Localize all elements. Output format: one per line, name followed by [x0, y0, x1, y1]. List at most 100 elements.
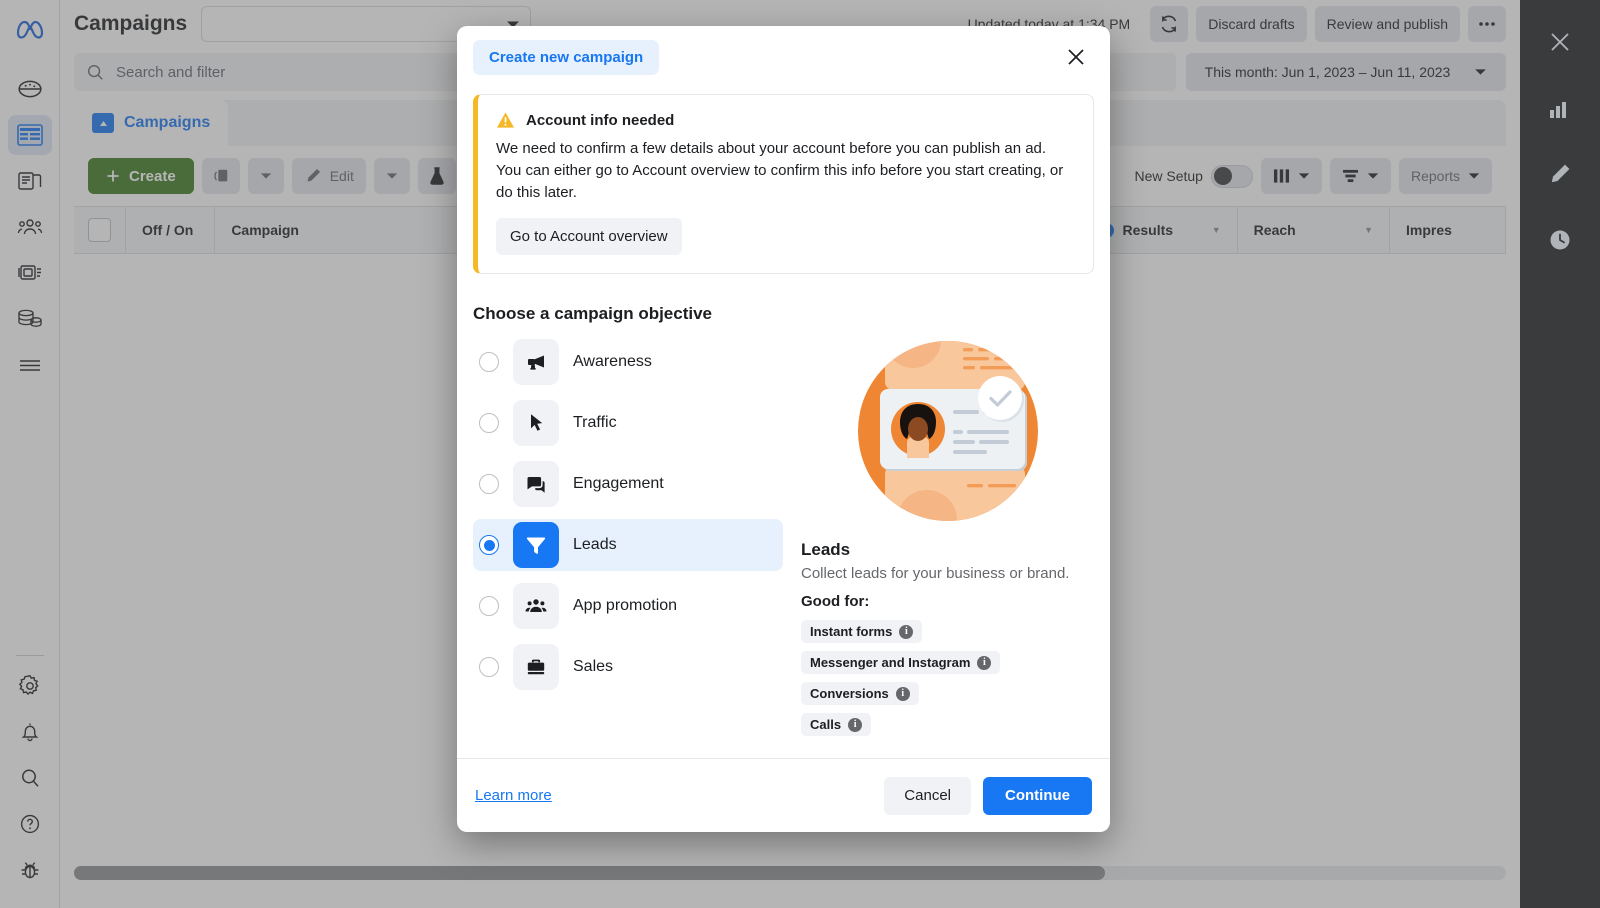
edit-button[interactable]: Edit [291, 158, 366, 194]
tab-campaigns[interactable]: Campaigns [74, 100, 229, 146]
help-icon[interactable] [8, 804, 52, 844]
breakdown-button[interactable] [1329, 158, 1391, 194]
more-options-button[interactable] [1468, 6, 1506, 42]
select-all-checkbox[interactable] [88, 218, 111, 242]
objective-detail-panel: Leads Collect leads for your business or… [783, 336, 1094, 737]
chevron-down-icon[interactable]: ▼ [1212, 225, 1221, 235]
pencil-icon[interactable] [1536, 150, 1584, 198]
discard-drafts-button[interactable]: Discard drafts [1196, 6, 1307, 42]
create-button[interactable]: Create [88, 158, 194, 194]
bell-icon[interactable] [8, 712, 52, 752]
ab-test-flask-icon [430, 167, 444, 185]
sidebar-item-dashboard[interactable] [8, 69, 52, 109]
objective-option-awareness[interactable]: Awareness [473, 336, 783, 388]
detail-subtitle: Collect leads for your business or brand… [801, 565, 1070, 583]
sidebar-item-ad-account[interactable] [8, 253, 52, 293]
refresh-button[interactable] [1150, 6, 1189, 42]
horizontal-scrollbar[interactable] [74, 866, 1506, 880]
radio-traffic[interactable] [479, 413, 499, 434]
modal-close-button[interactable] [1058, 39, 1094, 75]
chevron-down-icon [386, 173, 397, 179]
info-icon[interactable]: i [848, 717, 863, 732]
objective-option-sales[interactable]: Sales [473, 641, 783, 693]
good-for-tags: Instant forms i Messenger and Instagram … [801, 620, 1094, 737]
lead-contact-card-illustration [857, 341, 1038, 522]
chevron-down-icon [260, 173, 271, 179]
meta-logo[interactable] [15, 14, 45, 49]
chevron-down-icon [1475, 69, 1487, 75]
column-impressions[interactable]: Impres [1390, 206, 1507, 254]
column-off-on-label: Off / On [142, 222, 194, 238]
gear-icon[interactable] [8, 666, 52, 706]
tab-campaigns-label: Campaigns [124, 114, 211, 131]
objective-label-traffic: Traffic [573, 414, 617, 432]
toolbar-right-group: New Setup Reports [1134, 158, 1492, 194]
left-sidebar [0, 0, 60, 908]
column-reach[interactable]: Reach ▼ [1238, 206, 1390, 254]
new-setup-toggle[interactable] [1210, 164, 1253, 188]
alert-body: We need to confirm a few details about y… [496, 140, 1064, 202]
learn-more-link[interactable]: Learn more [475, 787, 552, 804]
sidebar-item-menu[interactable] [8, 345, 52, 385]
radio-engagement[interactable] [479, 474, 499, 495]
cancel-button[interactable]: Cancel [884, 776, 971, 815]
objective-label-engagement: Engagement [573, 475, 664, 493]
columns-icon [1273, 169, 1290, 183]
tag-messenger-and-instagram-label: Messenger and Instagram [810, 655, 971, 671]
review-and-publish-button[interactable]: Review and publish [1314, 6, 1460, 42]
continue-button[interactable]: Continue [983, 776, 1092, 815]
close-icon[interactable] [1536, 18, 1584, 66]
sidebar-item-pages[interactable] [8, 161, 52, 201]
modal-footer: Learn more Cancel Continue [457, 758, 1110, 832]
tag-calls: Calls i [801, 713, 872, 737]
go-to-account-overview-button[interactable]: Go to Account overview [496, 218, 682, 256]
tag-calls-label: Calls [810, 717, 842, 733]
radio-leads[interactable] [479, 535, 499, 556]
search-icon[interactable] [8, 758, 52, 798]
radio-awareness[interactable] [479, 352, 499, 373]
chevron-down-icon[interactable]: ▼ [1364, 225, 1373, 235]
sidebar-item-audiences[interactable] [8, 207, 52, 247]
horizontal-scrollbar-thumb[interactable] [74, 866, 1106, 880]
column-campaign-label: Campaign [231, 222, 299, 238]
sidebar-item-campaigns-table[interactable] [7, 115, 52, 155]
bar-chart-icon[interactable] [1536, 84, 1584, 132]
objective-option-engagement[interactable]: Engagement [473, 458, 783, 510]
detail-title: Leads [801, 540, 851, 560]
duplicate-button[interactable] [201, 158, 240, 194]
sidebar-item-billing[interactable] [8, 299, 52, 339]
objective-label-leads: Leads [573, 536, 617, 554]
edit-dropdown[interactable] [373, 158, 410, 194]
new-setup-label: New Setup [1134, 168, 1203, 184]
objective-list: Awareness Traffic Engagement Leads App p… [473, 336, 783, 736]
chevron-down-icon [1298, 173, 1310, 179]
duplicate-icon [214, 169, 228, 182]
date-range-picker[interactable]: This month: Jun 1, 2023 – Jun 11, 2023 [1186, 53, 1506, 91]
modal-title-pill[interactable]: Create new campaign [473, 39, 660, 75]
clock-icon[interactable] [1536, 216, 1584, 264]
columns-button[interactable] [1260, 158, 1322, 194]
info-icon[interactable]: i [895, 686, 910, 701]
tag-instant-forms: Instant forms i [801, 620, 923, 644]
funnel-icon [513, 522, 559, 569]
radio-sales[interactable] [479, 657, 499, 678]
radio-app-promotion[interactable] [479, 596, 499, 617]
chevron-down-icon [1367, 173, 1379, 179]
modal-body: Account info needed We need to confirm a… [457, 88, 1110, 758]
bug-icon[interactable] [8, 850, 52, 890]
column-off-on[interactable]: Off / On [126, 206, 216, 254]
info-icon[interactable]: i [899, 624, 914, 639]
objective-option-traffic[interactable]: Traffic [473, 397, 783, 449]
ab-test-button[interactable] [417, 158, 456, 194]
objective-option-leads[interactable]: Leads [473, 519, 783, 572]
duplicate-dropdown[interactable] [247, 158, 284, 194]
edit-button-label: Edit [329, 168, 354, 184]
info-icon[interactable]: i [977, 655, 992, 670]
reports-button[interactable]: Reports [1398, 158, 1492, 194]
objective-option-app-promotion[interactable]: App promotion [473, 580, 783, 632]
tag-instant-forms-label: Instant forms [810, 624, 893, 640]
objective-label-sales: Sales [573, 658, 614, 676]
search-placeholder: Search and filter [116, 63, 226, 81]
objective-label-awareness: Awareness [573, 353, 652, 371]
select-all-cell[interactable] [74, 206, 126, 254]
